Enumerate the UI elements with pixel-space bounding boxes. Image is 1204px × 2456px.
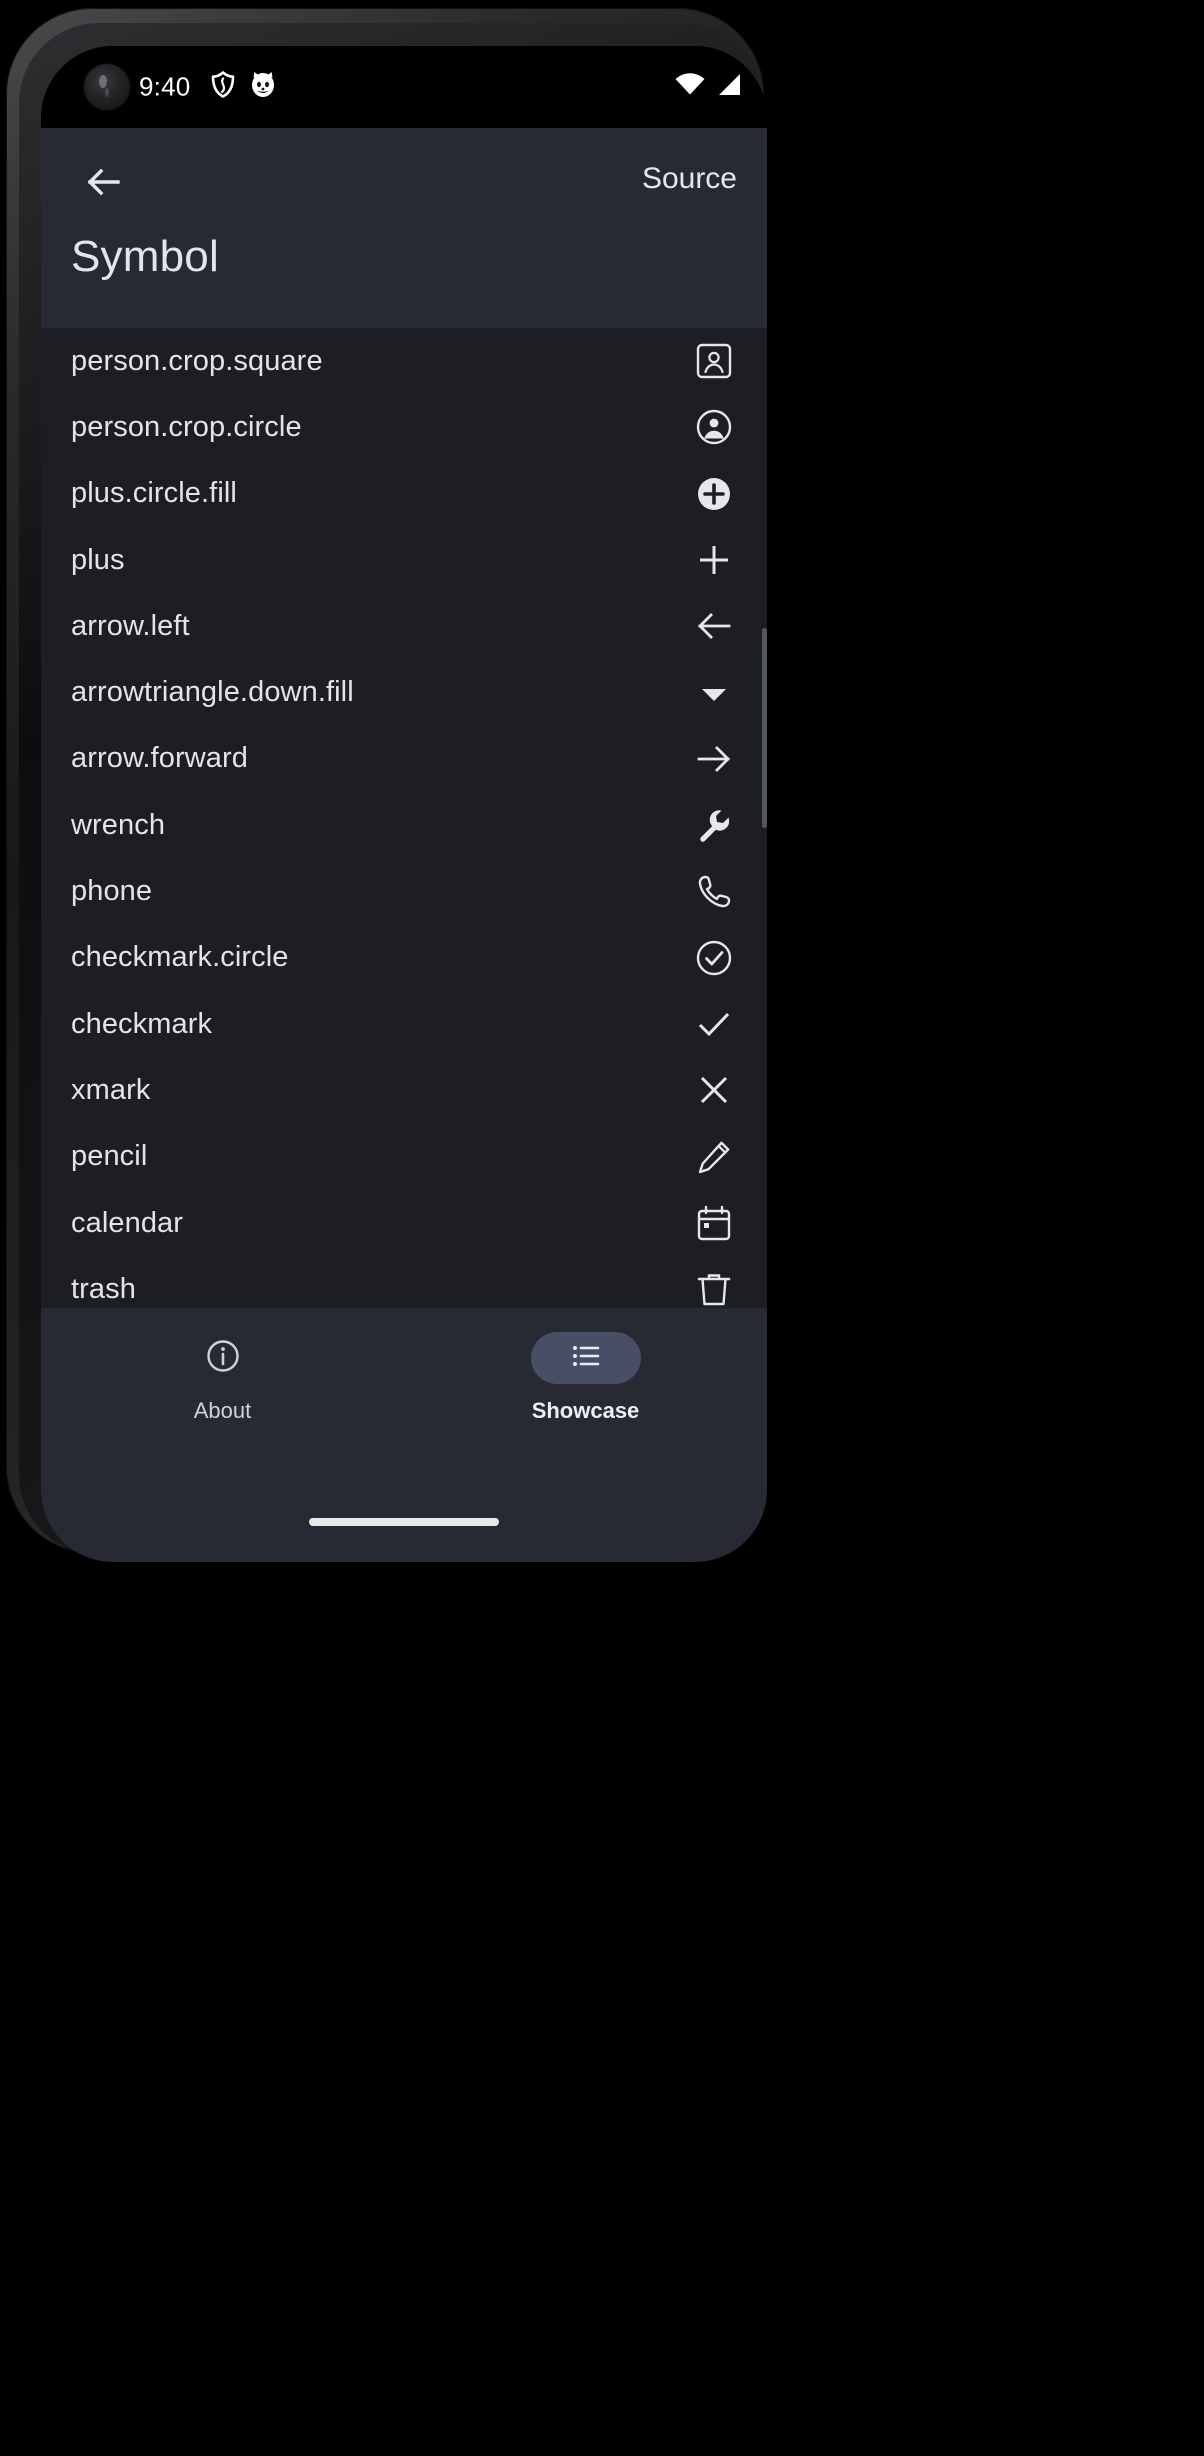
symbol-list[interactable]: person.crop.square person.crop.circle pl…	[41, 328, 767, 1308]
front-camera-punch-hole	[84, 64, 130, 110]
symbol-name: pencil	[71, 1140, 148, 1173]
bottom-navigation: About Showcase	[41, 1308, 767, 1562]
symbol-name: arrow.left	[71, 609, 190, 642]
symbol-name: arrow.forward	[71, 742, 248, 775]
screenshot-root: 9:40 Source Symbol person.crop.square pe…	[0, 0, 1204, 2456]
arrow-left-icon	[82, 161, 124, 208]
arrowtriangle-down-fill-icon	[691, 670, 737, 716]
symbol-name: xmark	[71, 1073, 151, 1106]
status-bar-indicators	[674, 73, 743, 102]
checkmark-circle-icon	[691, 935, 737, 981]
list-icon	[569, 1339, 603, 1378]
list-item[interactable]: plus.circle.fill	[41, 461, 767, 527]
symbol-name: person.crop.circle	[71, 410, 302, 443]
tab-showcase-pill	[530, 1332, 641, 1384]
plus-icon	[691, 537, 737, 583]
shield-icon	[210, 71, 236, 104]
list-item[interactable]: plus	[41, 527, 767, 593]
list-item[interactable]: checkmark	[41, 991, 767, 1057]
list-scrollbar[interactable]	[762, 628, 767, 828]
trash-icon	[691, 1266, 737, 1308]
symbol-name: phone	[71, 875, 153, 908]
symbol-name: wrench	[71, 808, 166, 841]
app-bar: Source Symbol	[41, 128, 767, 328]
list-item[interactable]: pencil	[41, 1124, 767, 1190]
symbol-name: arrowtriangle.down.fill	[71, 676, 354, 709]
list-item[interactable]: arrow.left	[41, 593, 767, 659]
symbol-name: person.crop.square	[71, 344, 323, 377]
symbol-name: plus	[71, 543, 125, 576]
person-crop-circle-icon	[691, 404, 737, 450]
list-item[interactable]: person.crop.square	[41, 328, 767, 394]
gesture-navigation-bar[interactable]	[309, 1518, 499, 1526]
arrow-forward-icon	[691, 736, 737, 782]
phone-frame-bezel: 9:40 Source Symbol person.crop.square pe…	[19, 23, 767, 1562]
symbol-name: calendar	[71, 1206, 184, 1239]
arrow-left-icon	[691, 603, 737, 649]
symbol-name: trash	[71, 1272, 136, 1305]
checkmark-icon	[691, 1001, 737, 1047]
plus-circle-fill-icon	[691, 471, 737, 517]
back-button[interactable]	[71, 152, 135, 216]
pencil-icon	[691, 1134, 737, 1180]
cell-signal-icon	[715, 73, 743, 102]
symbol-name: plus.circle.fill	[71, 477, 237, 510]
list-item[interactable]: checkmark.circle	[41, 925, 767, 991]
symbol-name: checkmark	[71, 1007, 213, 1040]
status-bar: 9:40	[41, 46, 767, 128]
list-item[interactable]: xmark	[41, 1057, 767, 1123]
wrench-icon	[691, 802, 737, 848]
tab-about-label: About	[193, 1398, 252, 1423]
list-item[interactable]: trash	[41, 1256, 767, 1308]
list-item[interactable]: arrow.forward	[41, 726, 767, 792]
source-button[interactable]: Source	[638, 156, 741, 202]
list-item[interactable]: person.crop.circle	[41, 394, 767, 460]
phone-icon	[691, 869, 737, 915]
phone-frame: 9:40 Source Symbol person.crop.square pe…	[6, 8, 767, 1562]
tab-about[interactable]: About	[41, 1332, 404, 1488]
tab-about-pill	[168, 1332, 278, 1384]
symbol-name: checkmark.circle	[71, 941, 289, 974]
cat-icon	[249, 71, 277, 104]
list-item[interactable]: calendar	[41, 1190, 767, 1256]
list-item[interactable]: wrench	[41, 792, 767, 858]
list-item[interactable]: arrowtriangle.down.fill	[41, 659, 767, 725]
calendar-icon	[691, 1200, 737, 1246]
tab-showcase-label: Showcase	[531, 1398, 640, 1423]
info-circle-icon	[204, 1337, 242, 1380]
page-title: Symbol	[71, 232, 219, 281]
status-bar-clock: 9:40	[139, 71, 191, 102]
phone-screen: 9:40 Source Symbol person.crop.square pe…	[41, 46, 767, 1562]
wifi-icon	[674, 73, 706, 102]
person-crop-square-icon	[691, 338, 737, 384]
tab-showcase[interactable]: Showcase	[404, 1332, 767, 1488]
xmark-icon	[691, 1067, 737, 1113]
list-item[interactable]: phone	[41, 858, 767, 924]
